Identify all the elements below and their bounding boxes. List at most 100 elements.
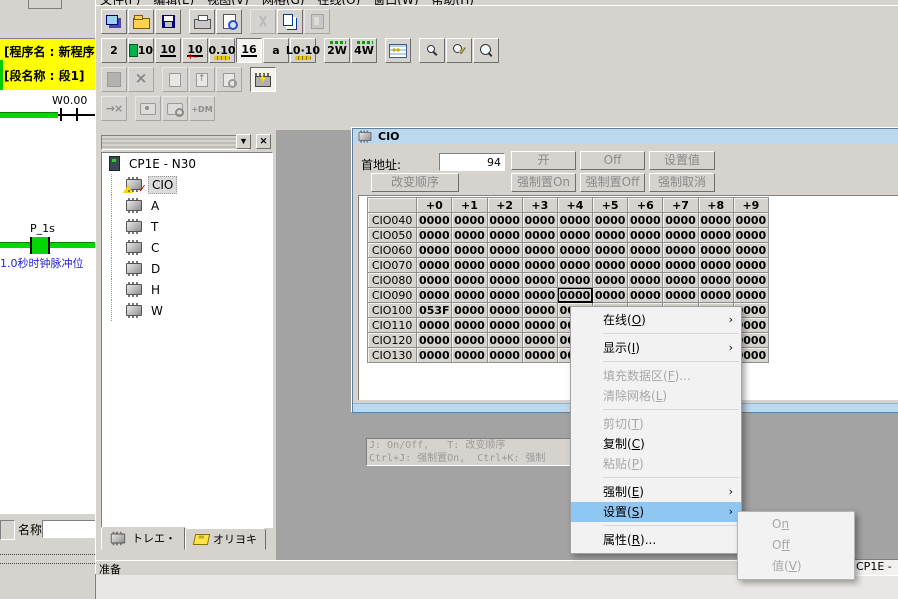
- cell-CIO120-+0[interactable]: 0000: [417, 333, 452, 348]
- zoom-custom-button[interactable]: [446, 38, 472, 63]
- row-header-CIO110[interactable]: CIO110: [368, 318, 417, 333]
- tree-item-a[interactable]: A: [102, 195, 272, 216]
- cell-CIO070-+3[interactable]: 0000: [522, 258, 557, 273]
- row-header-CIO120[interactable]: CIO120: [368, 333, 417, 348]
- tree-item-d[interactable]: D: [102, 258, 272, 279]
- cell-CIO040-+1[interactable]: 0000: [452, 213, 487, 228]
- cell-CIO110-+1[interactable]: 0000: [452, 318, 487, 333]
- contact-symbol[interactable]: [76, 108, 78, 121]
- force-cancel-all-button[interactable]: [128, 67, 154, 92]
- start-address-input[interactable]: [439, 153, 505, 171]
- cell-CIO130-+0[interactable]: 0000: [417, 348, 452, 363]
- open-button[interactable]: [128, 9, 154, 34]
- cell-CIO080-+2[interactable]: 0000: [487, 273, 522, 288]
- row-header-CIO130[interactable]: CIO130: [368, 348, 417, 363]
- cell-CIO080-+5[interactable]: 0000: [593, 273, 628, 288]
- row-header-CIO060[interactable]: CIO060: [368, 243, 417, 258]
- 开-button[interactable]: 开: [511, 151, 576, 170]
- cell-CIO060-+0[interactable]: 0000: [417, 243, 452, 258]
- cell-CIO080-+0[interactable]: 0000: [417, 273, 452, 288]
- cell-CIO040-+7[interactable]: 0000: [663, 213, 698, 228]
- submenu-item-On[interactable]: On: [738, 514, 854, 535]
- cell-CIO090-+4[interactable]: 0000: [557, 288, 592, 303]
- cell-CIO060-+2[interactable]: 0000: [487, 243, 522, 258]
- tree-item-t[interactable]: T: [102, 216, 272, 237]
- tree-item-h[interactable]: H: [102, 279, 272, 300]
- context-menu-item-属性[interactable]: 属性(R)...: [571, 530, 741, 550]
- cell-CIO090-+8[interactable]: 0000: [698, 288, 733, 303]
- cell-CIO060-+3[interactable]: 0000: [522, 243, 557, 258]
- cell-CIO080-+6[interactable]: 0000: [628, 273, 663, 288]
- panel-gripper[interactable]: [101, 135, 249, 150]
- chevron-down-icon[interactable]: ▼: [236, 134, 251, 149]
- cell-CIO050-+1[interactable]: 0000: [452, 228, 487, 243]
- name-field[interactable]: [42, 520, 97, 538]
- view-4-words-button[interactable]: 4W: [351, 38, 377, 63]
- cell-CIO040-+3[interactable]: 0000: [522, 213, 557, 228]
- cell-CIO100-+2[interactable]: 0000: [487, 303, 522, 318]
- cell-CIO060-+6[interactable]: 0000: [628, 243, 663, 258]
- tree-item-w[interactable]: W: [102, 300, 272, 321]
- transfer-to-plc-button[interactable]: [189, 67, 215, 92]
- paste-button[interactable]: [304, 9, 330, 34]
- cell-CIO080-+7[interactable]: 0000: [663, 273, 698, 288]
- cell-CIO040-+6[interactable]: 0000: [628, 213, 663, 228]
- cell-CIO090-+1[interactable]: 0000: [452, 288, 487, 303]
- cell-CIO070-+8[interactable]: 0000: [698, 258, 733, 273]
- cell-CIO070-+0[interactable]: 0000: [417, 258, 452, 273]
- tree-item-device[interactable]: CP1E - N30: [102, 153, 272, 174]
- close-icon[interactable]: ✕: [256, 134, 271, 149]
- cell-CIO090-+2[interactable]: 0000: [487, 288, 522, 303]
- cell-CIO090-+0[interactable]: 0000: [417, 288, 452, 303]
- contact-symbol-selected[interactable]: [30, 237, 50, 254]
- cell-CIO080-+3[interactable]: 0000: [522, 273, 557, 288]
- display-dm-button[interactable]: [189, 96, 215, 121]
- submenu-item-Off[interactable]: Off: [738, 535, 854, 556]
- cell-CIO100-+3[interactable]: 0000: [522, 303, 557, 318]
- cell-CIO110-+3[interactable]: 0000: [522, 318, 557, 333]
- print-preview-button[interactable]: [216, 9, 242, 34]
- format-decimal-button[interactable]: 10: [155, 38, 181, 63]
- submenu-item-值(V)[interactable]: 值(V): [738, 556, 854, 577]
- cell-CIO070-+7[interactable]: 0000: [663, 258, 698, 273]
- copy-memory-button[interactable]: [162, 67, 188, 92]
- cell-CIO100-+1[interactable]: 0000: [452, 303, 487, 318]
- cell-CIO040-+0[interactable]: 0000: [417, 213, 452, 228]
- context-menu-item-复制[interactable]: 复制(C): [571, 434, 741, 454]
- save-button[interactable]: [155, 9, 181, 34]
- 改变顺序-button[interactable]: 改变顺序: [371, 173, 459, 192]
- cell-CIO070-+1[interactable]: 0000: [452, 258, 487, 273]
- cell-CIO050-+2[interactable]: 0000: [487, 228, 522, 243]
- cell-CIO070-+6[interactable]: 0000: [628, 258, 663, 273]
- row-header-CIO070[interactable]: CIO070: [368, 258, 417, 273]
- context-menu-item-粘贴[interactable]: 粘贴(P): [571, 454, 741, 474]
- print-button[interactable]: [189, 9, 215, 34]
- format-signed-decimal-button[interactable]: 10+-: [182, 38, 208, 63]
- format-bcd-button[interactable]: 10: [128, 38, 154, 63]
- cell-CIO090-+9[interactable]: 0000: [733, 288, 768, 303]
- cell-CIO130-+2[interactable]: 0000: [487, 348, 522, 363]
- cell-CIO110-+0[interactable]: 0000: [417, 318, 452, 333]
- context-menu-item-清除网格[interactable]: 清除网格(L): [571, 386, 741, 406]
- cell-CIO060-+5[interactable]: 0000: [593, 243, 628, 258]
- row-header-CIO100[interactable]: CIO100: [368, 303, 417, 318]
- cell-CIO070-+5[interactable]: 0000: [593, 258, 628, 273]
- cell-CIO070-+2[interactable]: 0000: [487, 258, 522, 273]
- cell-CIO120-+1[interactable]: 0000: [452, 333, 487, 348]
- cell-CIO080-+4[interactable]: 0000: [557, 273, 592, 288]
- cell-CIO040-+4[interactable]: 0000: [557, 213, 592, 228]
- cell-CIO110-+2[interactable]: 0000: [487, 318, 522, 333]
- cell-CIO050-+0[interactable]: 0000: [417, 228, 452, 243]
- cell-CIO050-+4[interactable]: 0000: [557, 228, 592, 243]
- cell-CIO050-+3[interactable]: 0000: [522, 228, 557, 243]
- cell-CIO040-+8[interactable]: 0000: [698, 213, 733, 228]
- cell-CIO060-+8[interactable]: 0000: [698, 243, 733, 258]
- new-view-button[interactable]: [101, 9, 127, 34]
- cell-CIO060-+1[interactable]: 0000: [452, 243, 487, 258]
- cell-CIO040-+2[interactable]: 0000: [487, 213, 522, 228]
- cell-CIO080-+9[interactable]: 0000: [733, 273, 768, 288]
- monitor-button[interactable]: [250, 67, 276, 92]
- row-header-CIO080[interactable]: CIO080: [368, 273, 417, 288]
- forced-refresh-button[interactable]: [162, 96, 188, 121]
- cell-CIO060-+7[interactable]: 0000: [663, 243, 698, 258]
